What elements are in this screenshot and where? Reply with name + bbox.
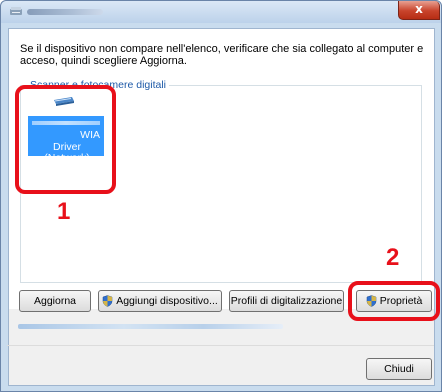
close-button[interactable]: Chiudi	[366, 358, 432, 380]
window-title-blurred	[27, 9, 103, 15]
add-device-button[interactable]: Aggiungi dispositivo...	[98, 290, 222, 312]
footer-divider	[7, 345, 434, 346]
scan-profiles-button-label: Profili di digitalizzazione	[230, 295, 343, 307]
uac-shield-icon	[102, 295, 113, 307]
uac-shield-icon	[366, 295, 376, 307]
callout-number-2: 2	[386, 244, 400, 271]
dialog-client-area: Se il dispositivo non compare nell'elenc…	[8, 28, 435, 386]
refresh-button[interactable]: Aggiorna	[19, 290, 91, 312]
status-text-blurred	[18, 324, 283, 329]
scanner-dialog-window: x Se il dispositivo non compare nell'ele…	[0, 0, 442, 392]
properties-button-label: Proprietà	[379, 295, 423, 307]
refresh-button-label: Aggiorna	[33, 295, 77, 307]
add-device-button-label: Aggiungi dispositivo...	[116, 295, 218, 307]
scanner-app-icon	[10, 7, 22, 15]
instruction-text: Se il dispositivo non compare nell'elenc…	[20, 43, 424, 67]
callout-box-device	[15, 85, 116, 194]
title-bar[interactable]: x	[1, 1, 441, 23]
scan-profiles-button[interactable]: Profili di digitalizzazione	[229, 290, 344, 312]
properties-button[interactable]: Proprietà	[356, 290, 432, 312]
close-button-label: Chiudi	[384, 363, 414, 375]
window-close-button[interactable]: x	[398, 1, 440, 20]
callout-number-1: 1	[57, 198, 71, 225]
